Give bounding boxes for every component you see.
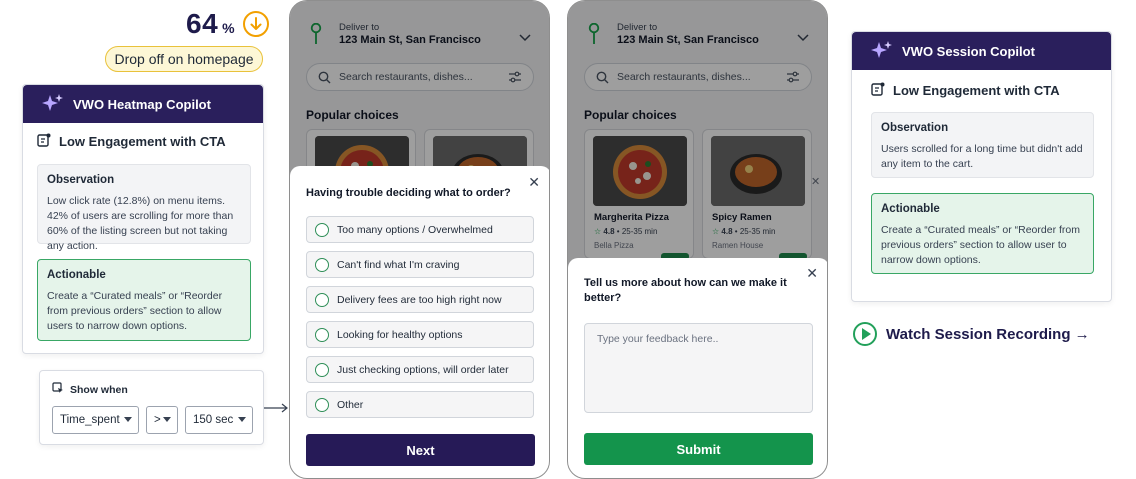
survey-question: Having trouble deciding what to order? [306, 187, 511, 199]
actionable-title: Actionable [881, 203, 940, 215]
stat-unit: % [222, 20, 235, 36]
survey-sheet: ✕ Having trouble deciding what to order?… [290, 166, 549, 478]
operator-select-value: > [154, 414, 161, 426]
observation-text: Users scrolled for a long time but didn'… [881, 143, 1083, 170]
insight-heading: Low Engagement with CTA [37, 133, 226, 150]
actionable-text: Create a “Curated meals” or “Reorder fro… [47, 290, 223, 332]
sparkle-icon [870, 40, 894, 63]
connector-arrow-icon [264, 403, 288, 413]
survey-option[interactable]: Delivery fees are too high right now [306, 286, 534, 313]
option-label: Just checking options, will order later [337, 363, 509, 376]
observation-title: Observation [881, 122, 949, 134]
session-copilot-card: VWO Session Copilot Low Engagement with … [851, 31, 1112, 302]
radio-icon [315, 293, 329, 307]
option-label: Can't find what I'm craving [337, 258, 460, 271]
observation-box: Observation Low click rate (12.8%) on me… [37, 164, 251, 252]
watch-recording-label: Watch Session Recording → [886, 325, 1090, 343]
sparkle-icon [41, 93, 65, 116]
play-icon [853, 322, 877, 346]
close-icon[interactable]: ✕ [806, 265, 818, 282]
radio-icon [315, 328, 329, 342]
actionable-box: Actionable Create a “Curated meals” or “… [871, 193, 1094, 274]
caret-down-icon [124, 417, 132, 422]
card-header: VWO Session Copilot [852, 32, 1111, 70]
actionable-title: Actionable [47, 269, 106, 281]
next-button[interactable]: Next [306, 434, 535, 466]
phone-feedback: Deliver to 123 Main St, San Francisco Se… [567, 0, 828, 479]
observation-title: Observation [47, 174, 115, 186]
close-icon[interactable]: ✕ [528, 174, 540, 191]
survey-option[interactable]: Can't find what I'm craving [306, 251, 534, 278]
insight-icon [871, 82, 885, 99]
survey-option[interactable]: Too many options / Overwhelmed [306, 216, 534, 243]
metric-select-value: Time_spent [60, 414, 120, 426]
operator-select[interactable]: > [146, 406, 178, 434]
survey-option[interactable]: Other [306, 391, 534, 418]
metric-select[interactable]: Time_spent [52, 406, 139, 434]
feedback-textarea[interactable]: Type your feedback here.. [584, 323, 813, 413]
show-when-title: Show when [70, 383, 128, 396]
radio-icon [315, 363, 329, 377]
option-label: Too many options / Overwhelmed [337, 223, 493, 236]
value-select-value: 150 sec [193, 414, 234, 426]
observation-box: Observation Users scrolled for a long ti… [871, 112, 1094, 178]
option-label: Delivery fees are too high right now [337, 293, 502, 306]
insight-title: Low Engagement with CTA [59, 134, 226, 149]
feedback-question: Tell us more about how can we make it be… [584, 277, 787, 304]
arrow-down-icon [242, 11, 269, 37]
card-title: VWO Heatmap Copilot [73, 96, 211, 112]
stat-value: 64 [186, 8, 219, 39]
observation-text: Low click rate (12.8%) on menu items. 42… [47, 195, 234, 252]
radio-icon [315, 398, 329, 412]
card-title: VWO Session Copilot [902, 43, 1035, 59]
radio-icon [315, 258, 329, 272]
submit-button[interactable]: Submit [584, 433, 813, 465]
option-label: Looking for healthy options [337, 328, 463, 341]
insight-title: Low Engagement with CTA [893, 83, 1060, 98]
dropoff-badge: Drop off on homepage [105, 46, 263, 72]
radio-icon [315, 223, 329, 237]
show-when-heading: Show when [52, 382, 128, 397]
dropoff-stat: 64 % [186, 8, 269, 40]
phone-survey: Deliver to 123 Main St, San Francisco Se… [289, 0, 550, 479]
actionable-box: Actionable Create a “Curated meals” or “… [37, 259, 251, 341]
survey-option[interactable]: Just checking options, will order later [306, 356, 534, 383]
watch-recording-link[interactable]: Watch Session Recording → [853, 322, 1090, 346]
cursor-click-icon [52, 382, 64, 397]
actionable-text: Create a “Curated meals” or “Reorder fro… [881, 224, 1080, 266]
insight-icon [37, 133, 51, 150]
survey-option[interactable]: Looking for healthy options [306, 321, 534, 348]
option-label: Other [337, 398, 364, 411]
caret-down-icon [163, 417, 171, 422]
insight-heading: Low Engagement with CTA [871, 82, 1060, 99]
card-header: VWO Heatmap Copilot [23, 85, 263, 123]
caret-down-icon [238, 417, 246, 422]
heatmap-copilot-card: VWO Heatmap Copilot Low Engagement with … [22, 84, 264, 354]
value-select[interactable]: 150 sec [185, 406, 253, 434]
show-when-panel: Show when Time_spent > 150 sec [39, 370, 264, 445]
